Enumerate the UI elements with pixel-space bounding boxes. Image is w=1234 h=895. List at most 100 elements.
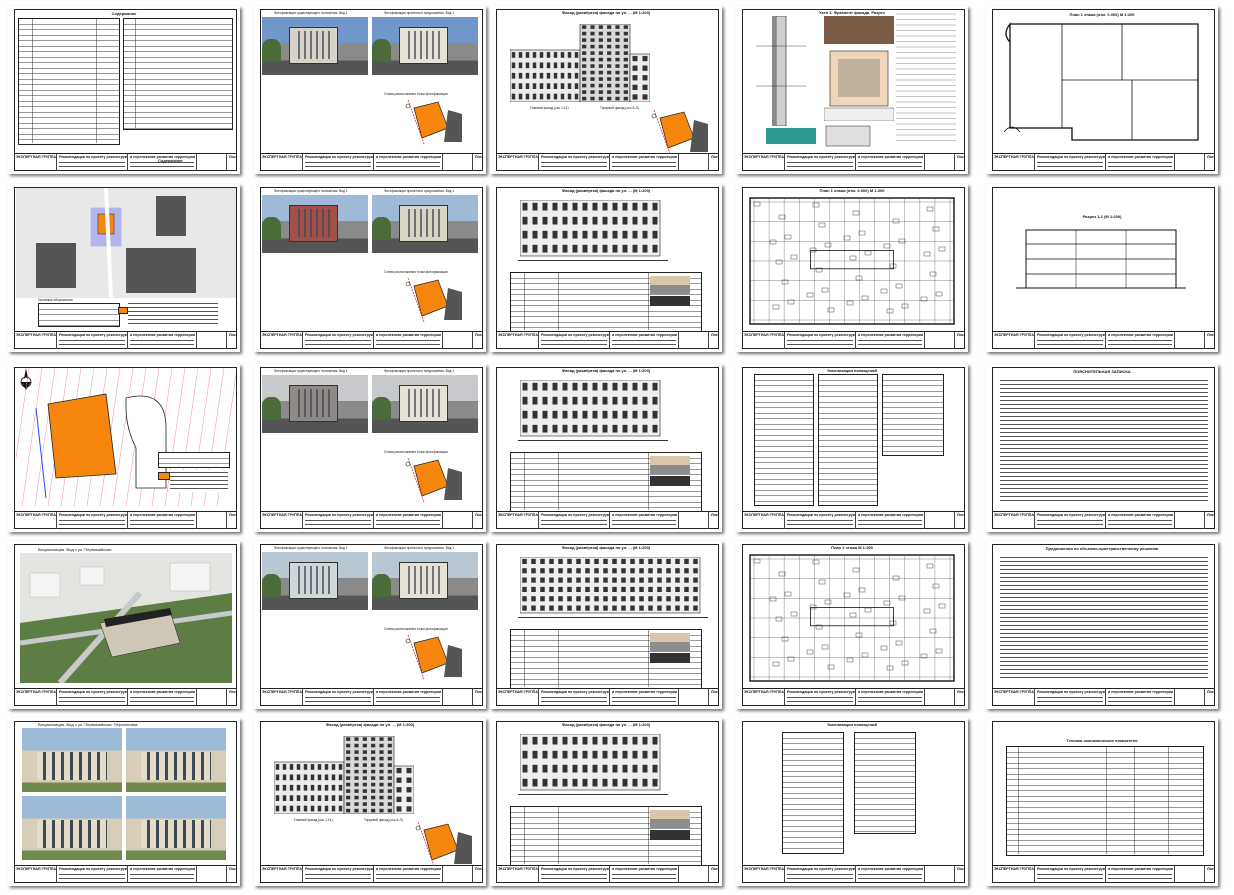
project-name: и перспективе развития территории <box>612 690 678 694</box>
title-block: ЭКСПЕРТНАЯ ГРУППА Рекомендации по проекту… <box>496 511 719 529</box>
title-block: ЭКСПЕРТНАЯ ГРУППА Рекомендации по проекту… <box>496 865 719 883</box>
sheet-section[interactable]: ЭКСПЕРТНАЯ ГРУППА Рекомендации по проекту… <box>986 184 1218 352</box>
caption-proposed: Фотофиксация проектного предложения. Вид… <box>384 11 455 15</box>
title-block: ЭКСПЕРТНАЯ ГРУППА Рекомендации по проекту… <box>992 331 1215 349</box>
org-name: ЭКСПЕРТНАЯ ГРУППА <box>262 867 302 871</box>
project-name: и перспективе развития территории <box>858 867 924 871</box>
sheet-facadeTbl3[interactable]: ЭКСПЕРТНАЯ ГРУППА Рекомендации по проекту… <box>490 718 722 886</box>
sheet-photo4[interactable]: ЭКСПЕРТНАЯ ГРУППА Рекомендации по проекту… <box>254 541 486 709</box>
title-block: ЭКСПЕРТНАЯ ГРУППА Рекомендации по проекту… <box>14 153 237 171</box>
visual-title: Визуализация. Вид с ул. Первомайская <box>38 547 112 552</box>
project-name: Рекомендации по проекту реконструкции <box>541 690 609 694</box>
sheet-label: Лист <box>711 867 719 871</box>
project-name: Рекомендации по проекту реконструкции <box>541 155 609 159</box>
visual-title: Визуализация. Вид с ул. Первомайская. Пе… <box>38 722 138 727</box>
title-block: ЭКСПЕРТНАЯ ГРУППА Рекомендации по проекту… <box>260 331 483 349</box>
title-block: ЭКСПЕРТНАЯ ГРУППА Рекомендации по проекту… <box>260 153 483 171</box>
project-name: Рекомендации по проекту реконструкции <box>787 867 855 871</box>
project-name: Рекомендации по проекту реконструкции <box>541 513 609 517</box>
title-block: ЭКСПЕРТНАЯ ГРУППА Рекомендации по проекту… <box>14 331 237 349</box>
project-name: Рекомендации по проекту реконструкции <box>59 690 127 694</box>
title-block: ЭКСПЕРТНАЯ ГРУППА Рекомендации по проекту… <box>260 688 483 706</box>
sheet-title: Содержание <box>111 11 137 16</box>
sheet-facadeTbl[interactable]: ЭКСПЕРТНАЯ ГРУППА Рекомендации по проекту… <box>490 184 722 352</box>
photo <box>262 552 368 610</box>
project-name: и перспективе развития территории <box>858 155 924 159</box>
render-view <box>22 796 122 860</box>
caption-proposed: Фотофиксация проектного предложения. Вид… <box>384 189 455 193</box>
sheet-planBlank[interactable]: ЭКСПЕРТНАЯ ГРУППА Рекомендации по проекту… <box>986 6 1218 174</box>
facade-label: Торцевой фасад (ось А-Л) <box>600 106 639 110</box>
title-block: ЭКСПЕРТНАЯ ГРУППА Рекомендации по проекту… <box>992 688 1215 706</box>
sheet-facadeHigh2[interactable]: ЭКСПЕРТНАЯ ГРУППА Рекомендации по проекту… <box>254 718 486 886</box>
sheet-title: Фасад (развёртка) фасада по ул. ... (М 1… <box>561 368 651 373</box>
contents-label: Содержание <box>158 158 183 163</box>
sheet-title: Фасад (развёртка) фасада по ул. ... (М 1… <box>561 722 651 727</box>
sheet-explic[interactable]: ЭКСПЕРТНАЯ ГРУППА Рекомендации по проекту… <box>736 364 968 532</box>
sheet-plan[interactable]: ЭКСПЕРТНАЯ ГРУППА Рекомендации по проекту… <box>736 184 968 352</box>
sheet-label: Лист <box>957 690 965 694</box>
org-name: ЭКСПЕРТНАЯ ГРУППА <box>16 867 56 871</box>
project-name: Рекомендации по проекту реконструкции <box>1037 513 1105 517</box>
sheet-explic2[interactable]: ЭКСПЕРТНАЯ ГРУППА Рекомендации по проекту… <box>736 718 968 886</box>
project-name: и перспективе развития территории <box>130 513 196 517</box>
project-name: Рекомендации по проекту реконструкции <box>1037 867 1105 871</box>
sheet-label: Лист <box>229 333 237 337</box>
org-name: ЭКСПЕРТНАЯ ГРУППА <box>994 690 1034 694</box>
project-name: Рекомендации по проекту реконструкции <box>1037 690 1105 694</box>
sheet-label: Лист <box>229 867 237 871</box>
org-name: ЭКСПЕРТНАЯ ГРУППА <box>994 867 1034 871</box>
sheet-label: Лист <box>475 155 483 159</box>
facade-label: Главный фасад (ось 1-14) <box>530 106 569 110</box>
sheet-label: Лист <box>229 690 237 694</box>
sheet-topo[interactable]: ЭКСПЕРТНАЯ ГРУППА Рекомендации по проекту… <box>8 364 240 532</box>
sheet-label: Лист <box>1207 155 1215 159</box>
sheet-label: Лист <box>957 867 965 871</box>
sheet-label: Лист <box>1207 690 1215 694</box>
sheet-note[interactable]: ЭКСПЕРТНАЯ ГРУППА Рекомендации по проекту… <box>986 364 1218 532</box>
sheet-facadeTbl2[interactable]: ЭКСПЕРТНАЯ ГРУППА Рекомендации по проекту… <box>490 364 722 532</box>
sheet-photo3[interactable]: ЭКСПЕРТНАЯ ГРУППА Рекомендации по проекту… <box>254 364 486 532</box>
sheet-photo[interactable]: ЭКСПЕРТНАЯ ГРУППА Рекомендации по проекту… <box>254 6 486 174</box>
caption-proposed: Фотофиксация проектного предложения. Вид… <box>384 546 455 550</box>
sheet-plan2[interactable]: ЭКСПЕРТНАЯ ГРУППА Рекомендации по проекту… <box>736 541 968 709</box>
sheet-contents[interactable]: ЭКСПЕРТНАЯ ГРУППА Рекомендации по проекту… <box>8 6 240 174</box>
sheet-title: План 1 этажа (отм. 0.000) М 1:200 <box>819 188 885 193</box>
title-block: ЭКСПЕРТНАЯ ГРУППА Рекомендации по проекту… <box>992 153 1215 171</box>
project-name: Рекомендации по проекту реконструкции <box>59 867 127 871</box>
sheet-note2[interactable]: ЭКСПЕРТНАЯ ГРУППА Рекомендации по проекту… <box>986 541 1218 709</box>
project-name: Рекомендации по проекту реконструкции <box>787 333 855 337</box>
title-block: ЭКСПЕРТНАЯ ГРУППА Рекомендации по проекту… <box>14 865 237 883</box>
org-name: ЭКСПЕРТНАЯ ГРУППА <box>994 513 1034 517</box>
title-block: ЭКСПЕРТНАЯ ГРУППА Рекомендации по проекту… <box>14 511 237 529</box>
render-view <box>126 728 226 792</box>
org-name: ЭКСПЕРТНАЯ ГРУППА <box>16 333 56 337</box>
title-block: ЭКСПЕРТНАЯ ГРУППА Рекомендации по проекту… <box>742 511 965 529</box>
sheet-visual2[interactable]: ЭКСПЕРТНАЯ ГРУППА Рекомендации по проекту… <box>8 718 240 886</box>
org-name: ЭКСПЕРТНАЯ ГРУППА <box>498 690 538 694</box>
project-name: и перспективе развития территории <box>376 155 442 159</box>
sheet-title: План 1 этажа (отм. 0.000) М 1:200 <box>1069 12 1135 17</box>
title-block: ЭКСПЕРТНАЯ ГРУППА Рекомендации по проекту… <box>496 331 719 349</box>
photo <box>372 195 478 253</box>
sheet-photo2[interactable]: ЭКСПЕРТНАЯ ГРУППА Рекомендации по проекту… <box>254 184 486 352</box>
sheet-title: Предложения по объемно-пространственному… <box>1045 546 1159 551</box>
sheet-label: Лист <box>957 333 965 337</box>
project-name: Рекомендации по проекту реконструкции <box>541 867 609 871</box>
sheet-facadeBig[interactable]: ЭКСПЕРТНАЯ ГРУППА Рекомендации по проекту… <box>490 541 722 709</box>
caption-existing: Фотофиксация существующего положения. Ви… <box>274 369 348 373</box>
org-name: ЭКСПЕРТНАЯ ГРУППА <box>744 155 784 159</box>
sheet-situation[interactable]: ЭКСПЕРТНАЯ ГРУППА Рекомендации по проекту… <box>8 184 240 352</box>
project-name: и перспективе развития территории <box>612 333 678 337</box>
project-name: и перспективе развития территории <box>376 333 442 337</box>
sheet-title: Экспликация помещений <box>827 368 877 373</box>
sheet-facadeHigh[interactable]: ЭКСПЕРТНАЯ ГРУППА Рекомендации по проекту… <box>490 6 722 174</box>
project-name: Рекомендации по проекту реконструкции <box>305 513 373 517</box>
sheet-tep[interactable]: ЭКСПЕРТНАЯ ГРУППА Рекомендации по проекту… <box>986 718 1218 886</box>
sheet-detail[interactable]: ЭКСПЕРТНАЯ ГРУППА Рекомендации по проекту… <box>736 6 968 174</box>
project-name: Рекомендации по проекту реконструкции <box>59 333 127 337</box>
org-name: ЭКСПЕРТНАЯ ГРУППА <box>16 690 56 694</box>
sheet-visual[interactable]: ЭКСПЕРТНАЯ ГРУППА Рекомендации по проекту… <box>8 541 240 709</box>
project-name: и перспективе развития территории <box>612 867 678 871</box>
render-view <box>126 796 226 860</box>
